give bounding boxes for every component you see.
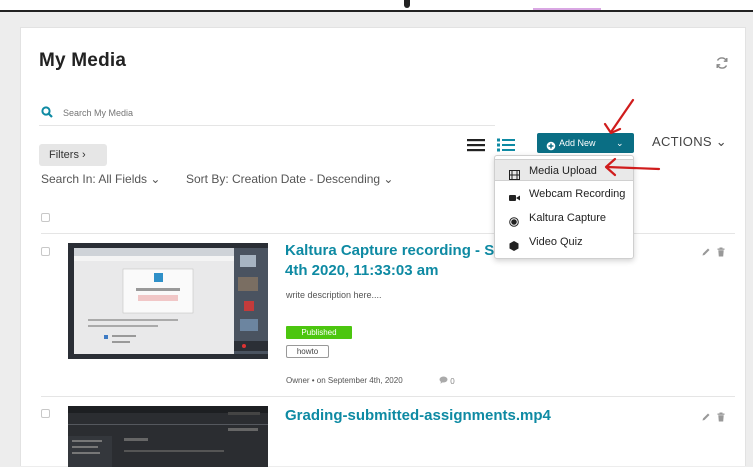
add-new-dropdown-menu: Media Upload Webcam Recording Kaltura Ca… [494, 155, 634, 259]
list-view-icon[interactable] [467, 138, 485, 152]
entry-checkbox[interactable] [41, 247, 50, 256]
status-badge: Published [286, 326, 352, 339]
menu-item-label: Webcam Recording [529, 188, 626, 200]
menu-item-label: Media Upload [529, 165, 597, 177]
search-in-dropdown[interactable]: Search In: All Fields ⌄ [41, 172, 160, 186]
search-icon [41, 105, 53, 123]
sort-by-dropdown[interactable]: Sort By: Creation Date - Descending ⌄ [186, 172, 393, 186]
video-camera-icon [509, 189, 520, 201]
detailed-view-icon[interactable] [497, 138, 515, 152]
delete-icon[interactable] [716, 244, 726, 257]
top-bar-marker [404, 0, 410, 8]
search-input[interactable] [63, 104, 483, 122]
comments-count: 0 [439, 376, 455, 386]
add-new-label: Add New [559, 138, 596, 148]
film-icon [509, 166, 520, 180]
edit-icon[interactable] [701, 409, 711, 421]
menu-item-media-upload[interactable]: Media Upload [495, 159, 633, 181]
entry-title-link[interactable]: Kaltura Capture recording - Sept 4th 202… [285, 241, 525, 281]
row-divider [41, 396, 735, 397]
page-title: My Media [39, 50, 127, 71]
quiz-icon [509, 237, 520, 251]
menu-item-webcam-recording[interactable]: Webcam Recording [495, 183, 633, 205]
menu-item-label: Kaltura Capture [529, 212, 607, 224]
entry-thumbnail[interactable] [68, 243, 268, 359]
comment-icon [439, 376, 450, 386]
entry-description: write description here.... [286, 290, 382, 300]
entry-checkbox[interactable] [41, 409, 50, 418]
menu-item-label: Video Quiz [529, 236, 583, 248]
plus-circle-icon [546, 138, 556, 151]
menu-item-kaltura-capture[interactable]: Kaltura Capture [495, 207, 633, 229]
annotation-arrow-add-new [603, 98, 635, 135]
select-all-checkbox[interactable] [41, 213, 50, 222]
add-new-button[interactable]: Add New ⌄ [537, 133, 634, 153]
filters-button[interactable]: Filters › [39, 144, 107, 166]
entry-title-link[interactable]: Grading-submitted-assignments.mp4 [285, 406, 585, 426]
edit-icon[interactable] [701, 244, 711, 256]
entry-meta: Owner • on September 4th, 2020 [286, 376, 403, 385]
search-bar [39, 102, 495, 126]
entry-thumbnail[interactable] [68, 406, 268, 467]
entry-tag[interactable]: howto [286, 345, 329, 358]
refresh-icon[interactable] [715, 56, 729, 70]
top-bar [0, 0, 753, 12]
top-bar-border [0, 10, 753, 12]
comments-count-value: 0 [450, 377, 455, 386]
record-icon [509, 213, 520, 227]
my-media-panel: My Media Filters › Add New ⌄ ACTIONS ⌄ S… [20, 27, 746, 467]
chevron-down-icon: ⌄ [616, 138, 624, 148]
delete-icon[interactable] [716, 409, 726, 422]
menu-item-video-quiz[interactable]: Video Quiz [495, 231, 633, 253]
actions-menu[interactable]: ACTIONS ⌄ [652, 134, 727, 150]
